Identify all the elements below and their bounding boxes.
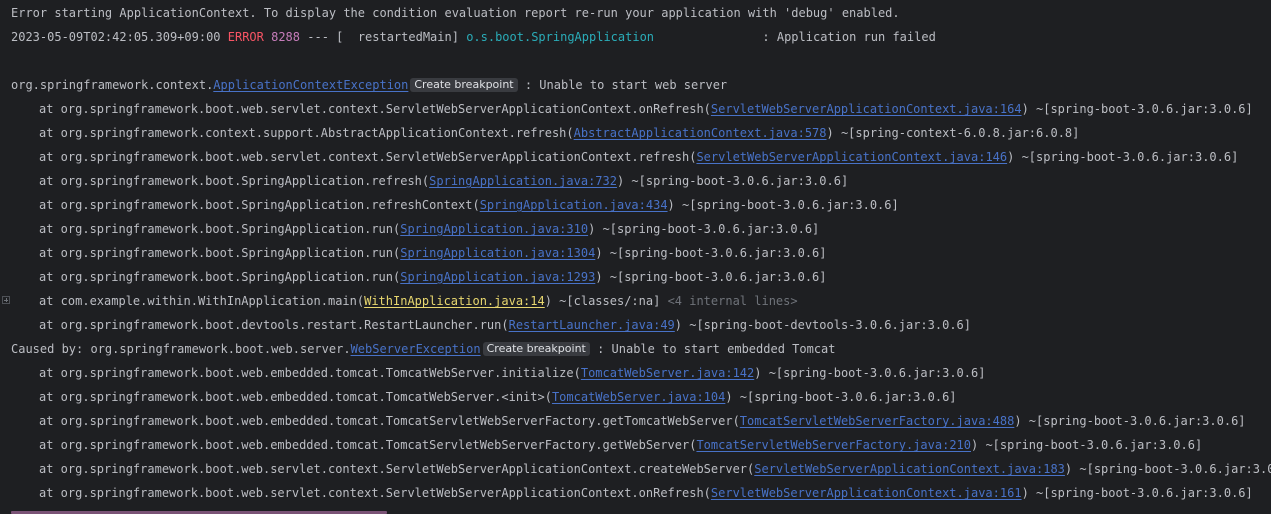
frame-jar: ) ~[spring-boot-3.0.6.jar:3.0.6] (1014, 414, 1246, 428)
frame-jar: ) ~[spring-boot-3.0.6.jar:3.0.6] (588, 222, 820, 236)
frame-source-link[interactable]: RestartLauncher.java:49 (509, 318, 675, 332)
frame-source-link[interactable]: SpringApplication.java:310 (400, 222, 588, 236)
error-message: Error starting ApplicationContext. To di… (11, 6, 900, 20)
caused-by-line: Caused by: org.springframework.boot.web.… (0, 337, 1271, 361)
log-pid: 8288 (271, 30, 301, 44)
stack-frame: at org.springframework.boot.web.servlet.… (0, 457, 1271, 481)
frame-source-link[interactable]: TomcatServletWebServerFactory.java:488 (740, 414, 1015, 428)
log-logger: o.s.boot.SpringApplication (466, 30, 655, 44)
frame-method: at org.springframework.boot.SpringApplic… (39, 246, 401, 260)
stack-frame: at org.springframework.boot.SpringApplic… (0, 241, 1271, 265)
log-timestamp: 2023-05-09T02:42:05.309+09:00 (11, 30, 221, 44)
frame-jar: ) ~[spring-boot-3.0.6.jar:3.0.6] (616, 174, 849, 188)
frame-jar: ) ~[spring-boot-3.0.6.jar:3.0.6] (595, 246, 827, 260)
frame-method: at org.springframework.boot.SpringApplic… (39, 222, 401, 236)
frame-source-link[interactable]: SpringApplication.java:1304 (400, 246, 595, 260)
frame-source-link[interactable]: TomcatWebServer.java:104 (552, 390, 725, 404)
frame-jar: ) ~[spring-boot-3.0.6.jar:3.0.6] (1021, 102, 1253, 116)
stack-frame: at org.springframework.boot.SpringApplic… (0, 193, 1271, 217)
internal-lines-fold[interactable]: <4 internal lines> (668, 294, 798, 308)
frame-method: at org.springframework.boot.web.embedded… (39, 366, 581, 380)
frame-method: at com.example.within.WithInApplication.… (39, 294, 365, 308)
frame-source-link[interactable]: SpringApplication.java:1293 (400, 270, 595, 284)
frame-method: at org.springframework.boot.SpringApplic… (39, 198, 480, 212)
frame-method: at org.springframework.boot.web.embedded… (39, 390, 552, 404)
caused-by-prefix: Caused by: org.springframework.boot.web.… (11, 342, 351, 356)
log-thread: --- [ restartedMain] (300, 30, 467, 44)
fold-expand-icon[interactable] (2, 296, 10, 304)
create-breakpoint-button[interactable]: Create breakpoint (482, 342, 590, 356)
frame-jar: ) ~[spring-context-6.0.8.jar:6.0.8] (826, 126, 1080, 140)
frame-method: at org.springframework.boot.web.embedded… (39, 438, 697, 452)
frame-jar: ) ~[spring-boot-3.0.6.jar:3.0.6] (1021, 486, 1253, 500)
frame-source-link[interactable]: ServletWebServerApplicationContext.java:… (711, 486, 1022, 500)
frame-jar: ) ~[spring-boot-3.0.6.jar:3.0.6] (595, 270, 827, 284)
exception-line: org.springframework.context.ApplicationC… (0, 73, 1271, 97)
frame-source-link[interactable]: TomcatServletWebServerFactory.java:210 (696, 438, 971, 452)
frame-source-link[interactable]: SpringApplication.java:434 (480, 198, 668, 212)
frame-method: at org.springframework.boot.web.servlet.… (39, 150, 697, 164)
frame-method: at org.springframework.boot.web.embedded… (39, 414, 740, 428)
frame-source-link[interactable]: ServletWebServerApplicationContext.java:… (711, 102, 1022, 116)
frame-method: at org.springframework.boot.SpringApplic… (39, 270, 401, 284)
frame-method: at org.springframework.boot.SpringApplic… (39, 174, 430, 188)
frame-source-link[interactable]: ServletWebServerApplicationContext.java:… (754, 462, 1065, 476)
log-level: ERROR (227, 30, 264, 44)
stack-frame: at org.springframework.boot.web.servlet.… (0, 481, 1271, 505)
frame-method: at org.springframework.context.support.A… (39, 126, 574, 140)
frame-source-link[interactable]: ServletWebServerApplicationContext.java:… (696, 150, 1007, 164)
stack-frame-user: at com.example.within.WithInApplication.… (0, 289, 1271, 313)
stack-frame: at org.springframework.boot.SpringApplic… (0, 265, 1271, 289)
frame-jar: ) ~[classes/:na] (544, 294, 668, 308)
stack-frame: at org.springframework.boot.web.embedded… (0, 433, 1271, 457)
exception-class-link[interactable]: ApplicationContextException (213, 78, 408, 92)
frame-jar: ) ~[spring-boot-3.0.6.jar:3.0.6] (725, 390, 957, 404)
stack-frame: at org.springframework.boot.web.embedded… (0, 361, 1271, 385)
stack-frame: at org.springframework.boot.web.embedded… (0, 385, 1271, 409)
frame-method: at org.springframework.boot.web.servlet.… (39, 102, 711, 116)
console-output: Error starting ApplicationContext. To di… (0, 1, 1271, 514)
error-message-line: Error starting ApplicationContext. To di… (0, 1, 1271, 25)
frame-method: at org.springframework.boot.web.servlet.… (39, 462, 755, 476)
caused-by-class-link[interactable]: WebServerException (351, 342, 481, 356)
frame-jar: ) ~[spring-boot-devtools-3.0.6.jar:3.0.6… (674, 318, 971, 332)
frame-source-link[interactable]: WithInApplication.java:14 (364, 294, 545, 308)
stack-frame: at org.springframework.context.support.A… (0, 121, 1271, 145)
frame-method: at org.springframework.boot.devtools.res… (39, 318, 509, 332)
frame-jar: ) ~[spring-boot-3.0.6.jar:3.0.6] (754, 366, 986, 380)
frame-source-link[interactable]: TomcatWebServer.java:142 (581, 366, 754, 380)
stack-frame: at org.springframework.boot.SpringApplic… (0, 169, 1271, 193)
frame-jar: ) ~[spring-boot-3.0.6.jar:3.0.6] (667, 198, 899, 212)
frame-source-link[interactable]: AbstractApplicationContext.java:578 (574, 126, 827, 140)
exception-prefix: org.springframework.context. (11, 78, 214, 92)
log-entry-line: 2023-05-09T02:42:05.309+09:00 ERROR 8288… (0, 25, 1271, 49)
caused-by-message: : Unable to start embedded Tomcat (589, 342, 836, 356)
stack-frame: at org.springframework.boot.devtools.res… (0, 313, 1271, 337)
frame-jar: ) ~[spring-boot-3.0.6.jar:3.0.6] (1007, 150, 1239, 164)
stack-frame: at org.springframework.boot.web.servlet.… (0, 97, 1271, 121)
frame-jar: ) ~[spring-boot-3.0.6.jar:3.0.6] (971, 438, 1203, 452)
log-message: : Application run failed (654, 30, 936, 44)
frame-source-link[interactable]: SpringApplication.java:732 (429, 174, 617, 188)
create-breakpoint-button[interactable]: Create breakpoint (410, 78, 518, 92)
frame-jar: ) ~[spring-boot-3.0.6.jar:3.0.6] (1064, 462, 1271, 476)
stack-frame: at org.springframework.boot.web.embedded… (0, 409, 1271, 433)
stack-frame: at org.springframework.boot.web.servlet.… (0, 145, 1271, 169)
exception-message: : Unable to start web server (517, 78, 728, 92)
frame-method: at org.springframework.boot.web.servlet.… (39, 486, 711, 500)
stack-frame: at org.springframework.boot.SpringApplic… (0, 217, 1271, 241)
